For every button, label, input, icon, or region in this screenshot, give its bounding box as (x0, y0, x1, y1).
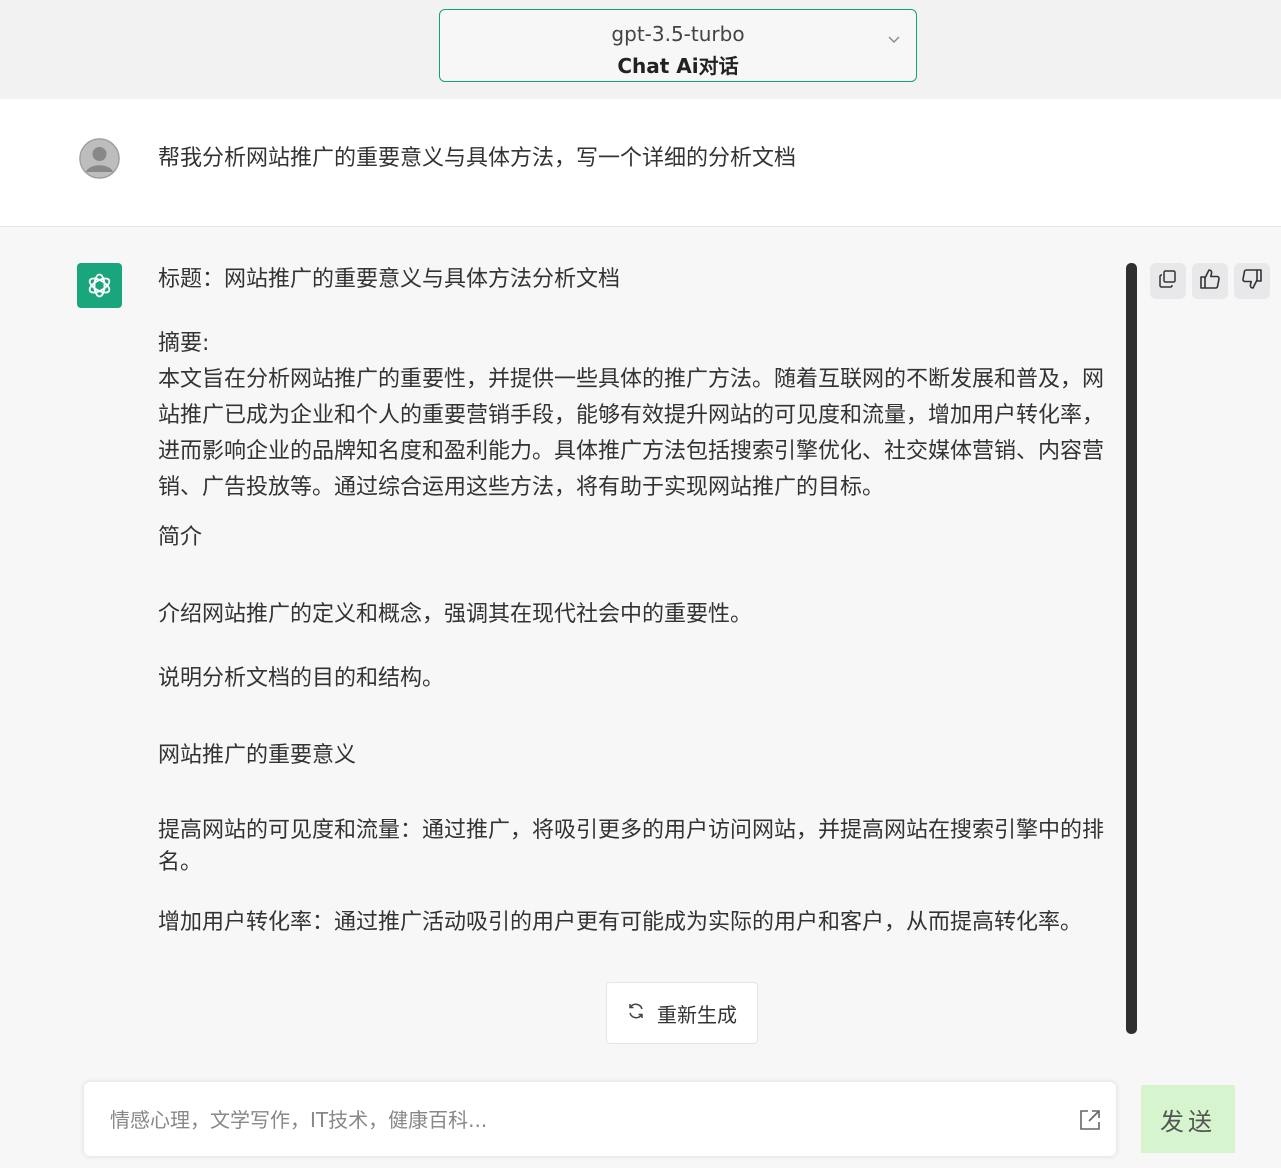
user-avatar-icon (79, 138, 120, 179)
assistant-message-row: 标题：网站推广的重要意义与具体方法分析文档 摘要: 本文旨在分析网站推广的重要性… (0, 227, 1281, 1067)
intro-paragraph-1: 介绍网站推广的定义和概念，强调其在现代社会中的重要性。 (158, 602, 753, 627)
chevron-down-icon (888, 36, 900, 46)
top-bar: gpt-3.5-turbo Chat Ai对话 (0, 0, 1281, 99)
intro-heading: 简介 (158, 525, 203, 550)
thumbs-down-icon (1241, 268, 1263, 294)
copy-button[interactable] (1150, 263, 1186, 299)
answer-scrollbar[interactable] (1126, 263, 1137, 1034)
chat-title: Chat Ai对话 (617, 54, 739, 78)
send-button[interactable]: 发送 (1141, 1085, 1235, 1153)
assistant-answer: 标题：网站推广的重要意义与具体方法分析文档 摘要: 本文旨在分析网站推广的重要性… (158, 262, 1120, 1034)
abstract-text: 本文旨在分析网站推广的重要性，并提供一些具体的推广方法。随着互联网的不断发展和普… (158, 367, 1105, 500)
regenerate-button[interactable]: 重新生成 (606, 982, 758, 1044)
significance-heading: 网站推广的重要意义 (158, 743, 357, 768)
intro-paragraph-2: 说明分析文档的目的和结构。 (158, 666, 445, 691)
point-visibility: 提高网站的可见度和流量：通过推广，将吸引更多的用户访问网站，并提高网站在搜索引擎… (158, 818, 1105, 875)
model-name: gpt-3.5-turbo (611, 22, 745, 46)
prompt-input[interactable] (108, 1082, 1052, 1158)
answer-title: 标题：网站推广的重要意义与具体方法分析文档 (158, 267, 621, 292)
dislike-button[interactable] (1234, 263, 1270, 299)
model-selector[interactable]: gpt-3.5-turbo Chat Ai对话 (439, 9, 917, 82)
abstract-label: 摘要: (158, 331, 210, 356)
copy-icon (1158, 269, 1178, 293)
assistant-logo-icon (77, 263, 122, 308)
user-message-row: 帮我分析网站推广的重要意义与具体方法，写一个详细的分析文档 (0, 99, 1281, 227)
thumbs-up-icon (1199, 268, 1221, 294)
expand-icon[interactable] (1078, 1108, 1102, 1132)
prompt-input-box (84, 1082, 1116, 1158)
like-button[interactable] (1192, 263, 1228, 299)
point-conversion: 增加用户转化率：通过推广活动吸引的用户更有可能成为实际的用户和客户，从而提高转化… (158, 910, 1083, 935)
user-message-text: 帮我分析网站推广的重要意义与具体方法，写一个详细的分析文档 (158, 146, 797, 171)
refresh-icon (627, 1001, 645, 1025)
regenerate-label: 重新生成 (657, 1002, 737, 1027)
